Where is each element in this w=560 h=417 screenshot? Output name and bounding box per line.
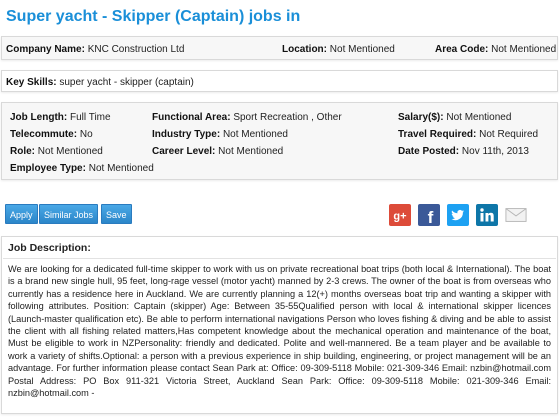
key-skills-bar: Key Skills: super yacht - skipper (capta… [1, 70, 558, 92]
functional-area-value: Sport Recreation , Other [233, 112, 342, 123]
page-title: Super yacht - Skipper (Captain) jobs in [6, 8, 301, 25]
telecommute-label: Telecommute: [10, 129, 78, 140]
area-code-field: Area Code: Not Mentioned [435, 44, 556, 55]
similar-jobs-button[interactable]: Similar Jobs [39, 204, 99, 224]
telecommute-field: Telecommute: No [10, 129, 93, 140]
travel-required-value: Not Required [479, 129, 539, 140]
employee-type-field: Employee Type: Not Mentioned [10, 163, 154, 174]
employee-type-label: Employee Type: [10, 163, 86, 174]
salary-label: Salary($): [398, 112, 444, 123]
company-name-field: Company Name: KNC Construction Ltd [6, 44, 184, 55]
date-posted-value: Nov 11th, 2013 [461, 146, 529, 157]
svg-text:f: f [428, 208, 434, 226]
action-toolbar: Apply Similar Jobs Save g+ f [1, 196, 558, 234]
area-code-label: Area Code: [435, 44, 489, 55]
location-label: Location: [282, 44, 327, 55]
role-label: Role: [10, 146, 35, 157]
company-info-bar: Company Name: KNC Construction Ltd Locat… [1, 36, 558, 60]
salary-field: Salary($): Not Mentioned [398, 112, 511, 123]
email-icon[interactable] [505, 204, 529, 226]
job-description-title: Job Description: [8, 242, 91, 254]
role-value: Not Mentioned [37, 146, 103, 157]
job-details-panel: Job Length: Full Time Functional Area: S… [1, 102, 558, 180]
location-field: Location: Not Mentioned [282, 44, 395, 55]
date-posted-label: Date Posted: [398, 146, 460, 157]
key-skills-label: Key Skills: [6, 77, 57, 88]
twitter-icon[interactable] [447, 204, 469, 226]
divider [3, 258, 556, 259]
location-value: Not Mentioned [329, 44, 395, 55]
role-field: Role: Not Mentioned [10, 146, 103, 157]
key-skills-value: super yacht - skipper (captain) [59, 77, 194, 88]
job-length-field: Job Length: Full Time [10, 112, 111, 123]
functional-area-label: Functional Area: [152, 112, 231, 123]
apply-button[interactable]: Apply [5, 204, 38, 224]
save-button[interactable]: Save [101, 204, 132, 224]
facebook-icon[interactable]: f [418, 204, 440, 226]
area-code-value: Not Mentioned [491, 44, 557, 55]
employee-type-value: Not Mentioned [88, 163, 154, 174]
linkedin-icon[interactable] [476, 204, 498, 226]
travel-required-field: Travel Required: Not Required [398, 129, 538, 140]
travel-required-label: Travel Required: [398, 129, 477, 140]
salary-value: Not Mentioned [446, 112, 512, 123]
career-level-label: Career Level: [152, 146, 216, 157]
industry-type-value: Not Mentioned [222, 129, 288, 140]
svg-text:g+: g+ [393, 211, 406, 223]
job-length-label: Job Length: [10, 112, 68, 123]
industry-type-field: Industry Type: Not Mentioned [152, 129, 288, 140]
company-name-label: Company Name: [6, 44, 85, 55]
functional-area-field: Functional Area: Sport Recreation , Othe… [152, 112, 342, 123]
google-plus-icon[interactable]: g+ [389, 204, 411, 226]
key-skills-field: Key Skills: super yacht - skipper (capta… [6, 77, 194, 88]
industry-type-label: Industry Type: [152, 129, 221, 140]
career-level-field: Career Level: Not Mentioned [152, 146, 283, 157]
career-level-value: Not Mentioned [218, 146, 284, 157]
job-description-panel: Job Description: We are looking for a de… [1, 236, 558, 414]
job-length-value: Full Time [70, 112, 111, 123]
job-description-text: We are looking for a dedicated full-time… [8, 264, 551, 399]
company-name-value: KNC Construction Ltd [87, 44, 185, 55]
date-posted-field: Date Posted: Nov 11th, 2013 [398, 146, 529, 157]
telecommute-value: No [79, 129, 93, 140]
